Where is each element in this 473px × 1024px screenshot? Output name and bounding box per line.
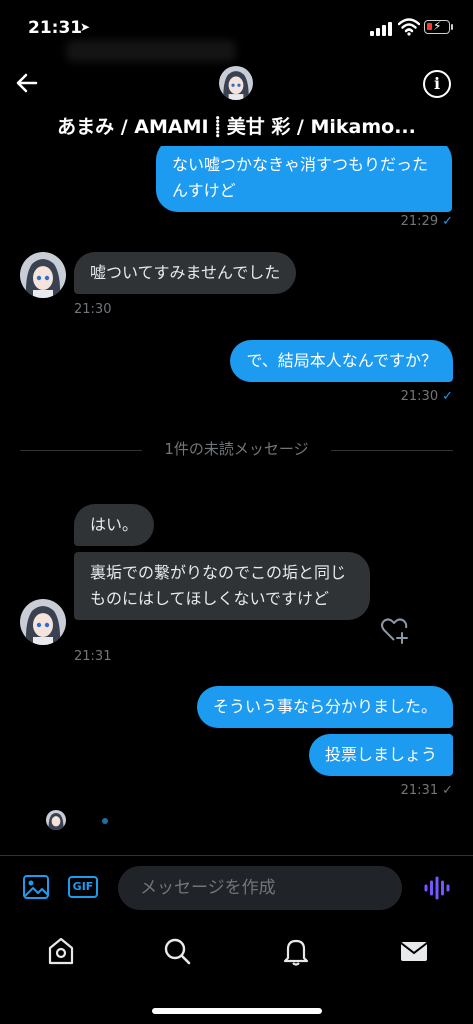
- home-indicator: [152, 1008, 322, 1014]
- typing-indicator: [102, 818, 108, 824]
- message-text: そういう事なら分かりました。: [212, 697, 437, 716]
- image-icon[interactable]: [22, 874, 50, 900]
- status-bar: 21:31 ➤ ⚡: [0, 0, 473, 62]
- sent-check-icon: ✓: [442, 783, 453, 798]
- message-timestamp: 21:31: [74, 649, 112, 664]
- read-check-icon: ✓: [442, 389, 453, 404]
- bottom-tab-bar: [0, 920, 473, 1024]
- home-icon[interactable]: [44, 934, 78, 968]
- info-icon[interactable]: i: [423, 70, 451, 98]
- message-list: ない嘘つかなきゃ消すつもりだったんすけど 21:29 ✓ 嘘ついてすみませんでした…: [0, 146, 473, 852]
- message-bubble-outgoing[interactable]: 投票しましょう: [308, 734, 453, 776]
- location-icon: ➤: [80, 20, 91, 34]
- wifi-icon: [398, 18, 420, 36]
- arrow-left-icon[interactable]: [12, 68, 42, 98]
- bell-icon[interactable]: [279, 934, 313, 968]
- status-time: 21:31: [28, 18, 83, 38]
- message-text: 嘘ついてすみませんでした: [90, 263, 281, 282]
- message-bubble-outgoing[interactable]: そういう事なら分かりました。: [196, 686, 453, 728]
- message-text: ない嘘つかなきゃ消すつもりだったんすけど: [172, 155, 429, 200]
- mail-icon[interactable]: [397, 934, 431, 968]
- message-bubble-incoming[interactable]: はい。: [74, 504, 155, 546]
- avatar[interactable]: [20, 252, 66, 298]
- message-text: 投票しましょう: [324, 745, 437, 764]
- signal-icon: [370, 22, 394, 36]
- avatar[interactable]: [20, 599, 66, 645]
- heart-plus-icon[interactable]: [380, 616, 410, 644]
- message-timestamp: 21:30: [74, 302, 112, 317]
- message-bubble-outgoing[interactable]: で、結局本人なんですか？: [230, 340, 453, 382]
- message-text: はい。: [90, 515, 139, 534]
- gif-button[interactable]: GIF: [68, 876, 98, 898]
- seen-avatar: [46, 810, 66, 830]
- composer-bar: GIF: [0, 855, 473, 917]
- conversation-header: i あまみ / AMAMI ⸽ 美甘 彩 / Mikamo...: [0, 58, 473, 148]
- battery-tip: [451, 24, 453, 30]
- unread-divider-label: 1件の未読メッセージ: [164, 440, 309, 458]
- message-bubble-incoming[interactable]: 嘘ついてすみませんでした: [74, 252, 297, 294]
- voice-wave-icon[interactable]: [423, 876, 451, 900]
- message-timestamp: 21:29 ✓: [400, 214, 453, 229]
- message-bubble-incoming[interactable]: 裏垢での繋がりなのでこの垢と同じものにはしてほしくないですけど: [74, 552, 370, 620]
- message-bubble-outgoing[interactable]: ない嘘つかなきゃ消すつもりだったんすけど: [156, 146, 452, 212]
- read-check-icon: ✓: [442, 214, 453, 229]
- message-timestamp: 21:30 ✓: [400, 389, 453, 404]
- message-timestamp: 21:31 ✓: [400, 783, 453, 798]
- message-text: 裏垢での繋がりなのでこの垢と同じものにはしてほしくないですけど: [90, 563, 347, 608]
- conversation-name[interactable]: あまみ / AMAMI ⸽ 美甘 彩 / Mikamo...: [20, 112, 453, 139]
- message-input[interactable]: [118, 866, 402, 910]
- divider: [331, 450, 453, 451]
- message-text: で、結局本人なんですか？: [246, 351, 437, 370]
- header-avatar[interactable]: [219, 66, 253, 100]
- search-icon[interactable]: [160, 934, 194, 968]
- battery-icon: ⚡: [424, 19, 450, 34]
